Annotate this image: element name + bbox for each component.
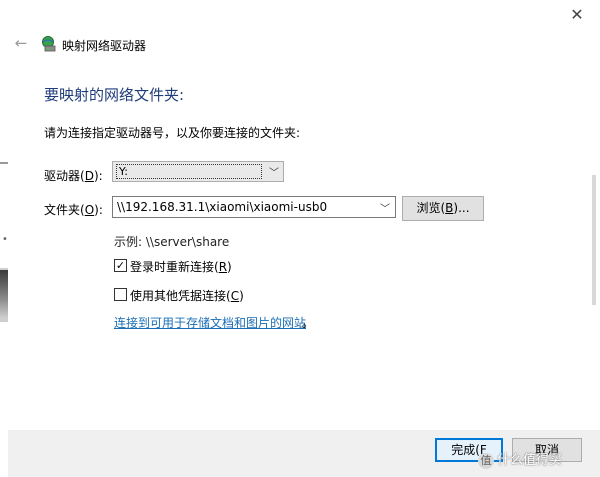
window-title: 映射网络驱动器 bbox=[62, 39, 147, 53]
drive-label: 驱动器(D): bbox=[44, 169, 103, 183]
instruction-text: 请为连接指定驱动器号，以及你要连接的文件夹: bbox=[44, 126, 301, 140]
drive-letter-value: Y: bbox=[116, 164, 262, 179]
background-window-dot: • bbox=[2, 234, 8, 245]
chevron-down-icon: ﹀ bbox=[269, 168, 279, 179]
chevron-down-icon: ﹀ bbox=[380, 204, 390, 215]
browse-button[interactable]: 浏览(B)... bbox=[402, 196, 484, 221]
folder-path-combobox[interactable]: \\192.168.31.1\xiaomi\xiaomi-usb0 ﹀ bbox=[112, 196, 396, 218]
watermark-text: 什么值得买 bbox=[497, 453, 563, 468]
watermark-logo-icon: 值 bbox=[478, 452, 494, 469]
page-heading: 要映射的网络文件夹: bbox=[44, 86, 185, 104]
network-drive-icon bbox=[40, 35, 58, 53]
reconnect-label[interactable]: 登录时重新连接(R) bbox=[130, 258, 232, 275]
back-button[interactable]: ← bbox=[12, 34, 30, 52]
watermark: 值什么值得买 bbox=[478, 449, 562, 469]
checkmark-icon: ✓ bbox=[115, 259, 126, 272]
background-window-edge bbox=[0, 162, 8, 164]
folder-path-value: \\192.168.31.1\xiaomi\xiaomi-usb0 bbox=[117, 200, 328, 214]
close-icon: ✕ bbox=[570, 5, 584, 24]
reconnect-checkbox[interactable]: ✓ bbox=[114, 259, 127, 272]
folder-label: 文件夹(O): bbox=[44, 203, 103, 217]
background-window-image bbox=[0, 270, 8, 318]
scrollbar[interactable] bbox=[592, 175, 596, 305]
other-credentials-checkbox[interactable] bbox=[114, 288, 127, 301]
other-credentials-label[interactable]: 使用其他凭据连接(C) bbox=[130, 287, 244, 304]
storage-website-link[interactable]: 连接到可用于存储文档和图片的网站 bbox=[114, 314, 306, 331]
close-button[interactable]: ✕ bbox=[566, 4, 588, 26]
back-arrow-icon: ← bbox=[14, 34, 28, 52]
example-text: 示例: \\server\share bbox=[114, 235, 230, 249]
drive-letter-select[interactable]: Y: ﹀ bbox=[112, 161, 284, 182]
link-period: 。 bbox=[302, 316, 315, 330]
